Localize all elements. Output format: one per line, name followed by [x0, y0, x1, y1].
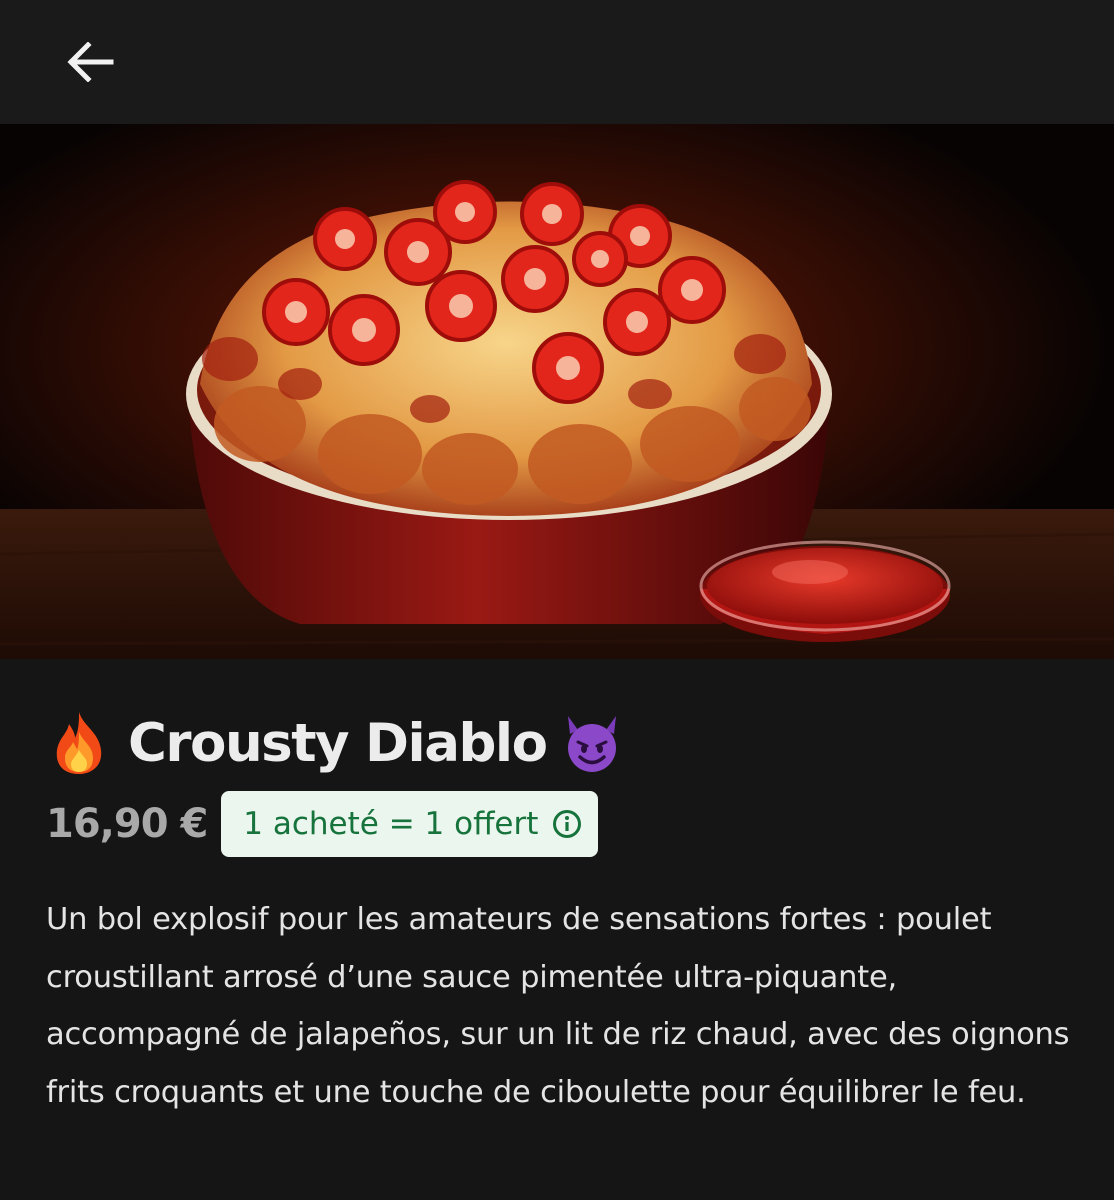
price-row: 16,90 € 1 acheté = 1 offert [46, 791, 599, 857]
back-button[interactable] [58, 34, 122, 90]
title-row: Crousty Diablo [46, 703, 625, 783]
product-image [0, 124, 1114, 659]
promo-label: 1 acheté = 1 offert [243, 806, 539, 842]
promo-badge[interactable]: 1 acheté = 1 offert [221, 791, 599, 857]
product-price: 16,90 € [46, 801, 208, 847]
product-description: Un bol explosif pour les amateurs de sen… [46, 902, 1070, 1110]
top-bar [0, 0, 1114, 124]
arrow-left-icon [67, 42, 114, 82]
product-title: Crousty Diablo [128, 712, 548, 774]
info-icon[interactable] [552, 809, 582, 839]
product-details: Crousty Diablo 16,90 € 1 acheté = 1 offe… [0, 659, 1114, 1200]
smiling-devil-icon [559, 710, 625, 776]
fire-icon [46, 710, 112, 776]
food-photo [0, 124, 1114, 659]
